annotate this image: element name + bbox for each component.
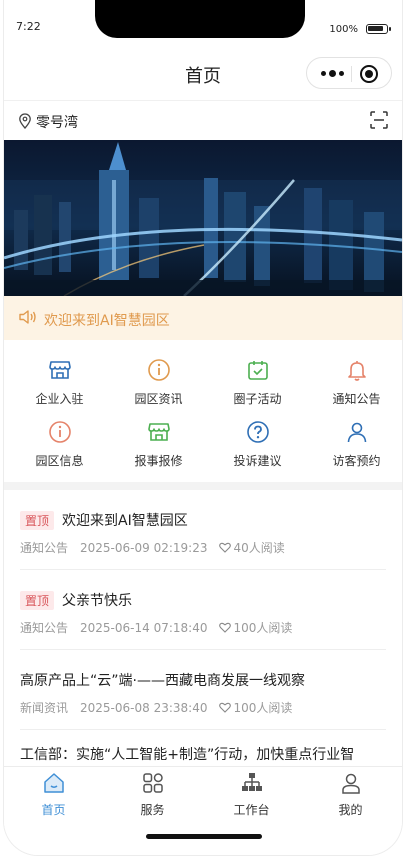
section-divider xyxy=(4,482,402,490)
service-circle-events[interactable]: 圈子活动 xyxy=(208,348,307,408)
bell-icon xyxy=(347,361,366,381)
pinned-badge: 置顶 xyxy=(20,591,55,610)
question-icon xyxy=(246,421,269,443)
news-item[interactable]: 置顶 欢迎来到AI智慧园区 通知公告 2025-06-09 02:19:23 40人阅… xyxy=(20,490,386,570)
tab-label: 我的 xyxy=(338,803,363,817)
news-date: 2025-06-09 02:19:23 xyxy=(80,541,208,555)
camera-notch xyxy=(95,0,305,38)
service-label: 圈子活动 xyxy=(233,392,282,406)
news-category: 通知公告 xyxy=(20,621,69,635)
status-time: 7:22 xyxy=(16,20,41,33)
service-park-news[interactable]: 园区资讯 xyxy=(109,348,208,408)
navigation-bar: 首页 xyxy=(4,52,402,96)
service-label: 园区信息 xyxy=(35,454,84,468)
news-headline: 置顶 欢迎来到AI智慧园区 xyxy=(20,510,188,530)
news-item[interactable]: 工信部：实施“人工智能+制造”行动，加快重点行业智 xyxy=(20,730,386,766)
more-menu-icon[interactable] xyxy=(321,70,345,77)
info-icon xyxy=(147,359,170,381)
news-reads: 100人阅读 xyxy=(233,701,293,715)
notice-bar[interactable]: 欢迎来到AI智慧园区 xyxy=(4,296,402,340)
news-reads: 100人阅读 xyxy=(233,621,293,635)
service-visitor-booking[interactable]: 访客预约 xyxy=(307,410,402,470)
service-repair-report[interactable]: 报事报修 xyxy=(109,410,208,470)
notice-text: 欢迎来到AI智慧园区 xyxy=(44,313,170,329)
service-grid: 企业入驻 园区资讯 圈子活动 通知公告 园区信息 报事报修 投诉建议 访客预约 xyxy=(4,348,402,480)
tab-workbench[interactable]: 工作台 xyxy=(202,771,301,823)
service-enterprise-entry[interactable]: 企业入驻 xyxy=(10,348,109,408)
news-title: 工信部：实施“人工智能+制造”行动，加快重点行业智 xyxy=(20,747,355,763)
news-headline: 工信部：实施“人工智能+制造”行动，加快重点行业智 xyxy=(20,744,354,764)
service-label: 园区资讯 xyxy=(134,392,183,406)
news-date: 2025-06-14 07:18:40 xyxy=(80,621,208,635)
heart-icon xyxy=(219,622,232,633)
city-night-banner[interactable] xyxy=(4,140,402,296)
info-icon xyxy=(48,421,71,443)
capsule-divider xyxy=(351,66,352,82)
news-headline: 高原产品上“云”端·——西藏电商发展一线观察 xyxy=(20,670,305,690)
service-label: 投诉建议 xyxy=(233,454,282,468)
news-list: 置顶 欢迎来到AI智慧园区 通知公告 2025-06-09 02:19:23 40人阅… xyxy=(4,490,402,766)
home-indicator xyxy=(146,834,262,839)
phone-screen: 7:22 100% 首页 零号湾 欢迎来到AI智慧园区 企业入驻 园区资讯 圈子… xyxy=(4,0,402,855)
news-category: 通知公告 xyxy=(20,541,69,555)
news-meta: 通知公告 2025-06-14 07:18:40 100人阅读 xyxy=(20,619,304,636)
news-meta: 新闻资讯 2025-06-08 23:38:40 100人阅读 xyxy=(20,699,304,716)
news-category: 新闻资讯 xyxy=(20,701,69,715)
calendar-check-icon xyxy=(247,361,268,380)
service-label: 报事报修 xyxy=(134,454,183,468)
store-icon xyxy=(147,423,170,441)
battery-percent: 100% xyxy=(329,24,358,35)
store-icon xyxy=(48,361,71,379)
location-pin-icon xyxy=(19,113,31,129)
location-name[interactable]: 零号湾 xyxy=(36,112,78,132)
battery-icon xyxy=(366,24,391,34)
mini-program-capsule xyxy=(306,57,392,89)
location-bar: 零号湾 xyxy=(4,100,402,138)
service-announcements[interactable]: 通知公告 xyxy=(307,348,402,408)
pinned-badge: 置顶 xyxy=(20,511,55,530)
heart-icon xyxy=(219,542,232,553)
service-complaints[interactable]: 投诉建议 xyxy=(208,410,307,470)
org-chart-icon xyxy=(241,773,262,791)
tab-label: 服务 xyxy=(140,803,165,817)
bottom-tab-bar: 首页 服务 工作台 我的 xyxy=(4,766,402,855)
service-label: 企业入驻 xyxy=(35,392,84,406)
news-meta: 通知公告 2025-06-09 02:19:23 40人阅读 xyxy=(20,539,297,556)
grid-icon xyxy=(142,773,163,793)
news-item[interactable]: 高原产品上“云”端·——西藏电商发展一线观察 新闻资讯 2025-06-08 23… xyxy=(20,650,386,730)
user-icon xyxy=(341,773,360,794)
service-label: 访客预约 xyxy=(332,454,381,468)
news-title: 欢迎来到AI智慧园区 xyxy=(62,513,188,529)
news-item[interactable]: 置顶 父亲节快乐 通知公告 2025-06-14 07:18:40 100人阅读 xyxy=(20,570,386,650)
news-title: 父亲节快乐 xyxy=(62,593,133,609)
tab-label: 首页 xyxy=(41,803,66,817)
home-icon xyxy=(43,773,64,793)
tab-home[interactable]: 首页 xyxy=(4,771,103,823)
tab-services[interactable]: 服务 xyxy=(103,771,202,823)
speaker-icon xyxy=(19,310,36,324)
news-reads: 40人阅读 xyxy=(233,541,285,555)
person-icon xyxy=(347,422,366,443)
news-headline: 置顶 父亲节快乐 xyxy=(20,590,132,610)
tab-mine[interactable]: 我的 xyxy=(301,771,400,823)
service-park-info[interactable]: 园区信息 xyxy=(10,410,109,470)
scan-icon[interactable] xyxy=(370,111,388,129)
tab-label: 工作台 xyxy=(233,803,270,817)
news-title: 高原产品上“云”端·——西藏电商发展一线观察 xyxy=(20,673,305,689)
close-target-icon[interactable] xyxy=(360,65,378,83)
service-label: 通知公告 xyxy=(332,392,381,406)
heart-icon xyxy=(219,702,232,713)
news-date: 2025-06-08 23:38:40 xyxy=(80,701,208,715)
